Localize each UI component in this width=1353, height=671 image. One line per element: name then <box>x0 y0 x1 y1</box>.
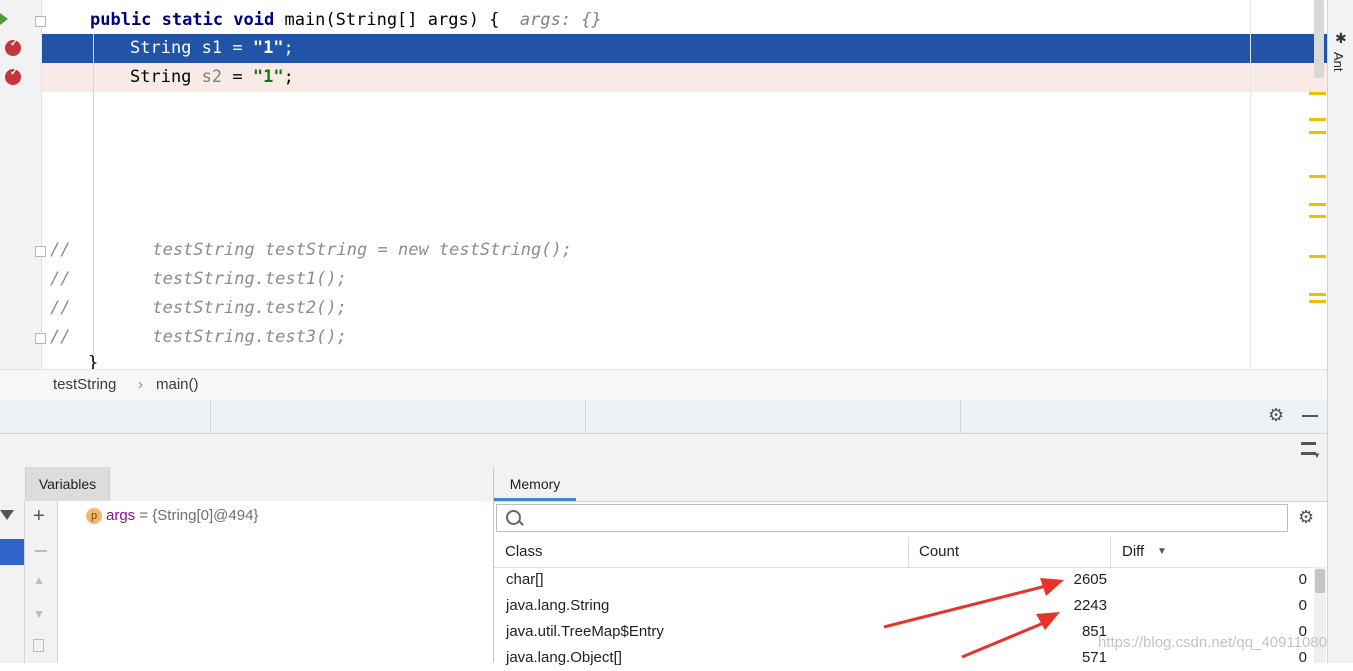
watermark: https://blog.csdn.net/qq_40911080 <box>1098 634 1328 651</box>
annotation-arrow <box>883 578 1064 629</box>
annotation-arrow <box>961 612 1060 659</box>
annotation-arrows <box>883 578 1064 659</box>
